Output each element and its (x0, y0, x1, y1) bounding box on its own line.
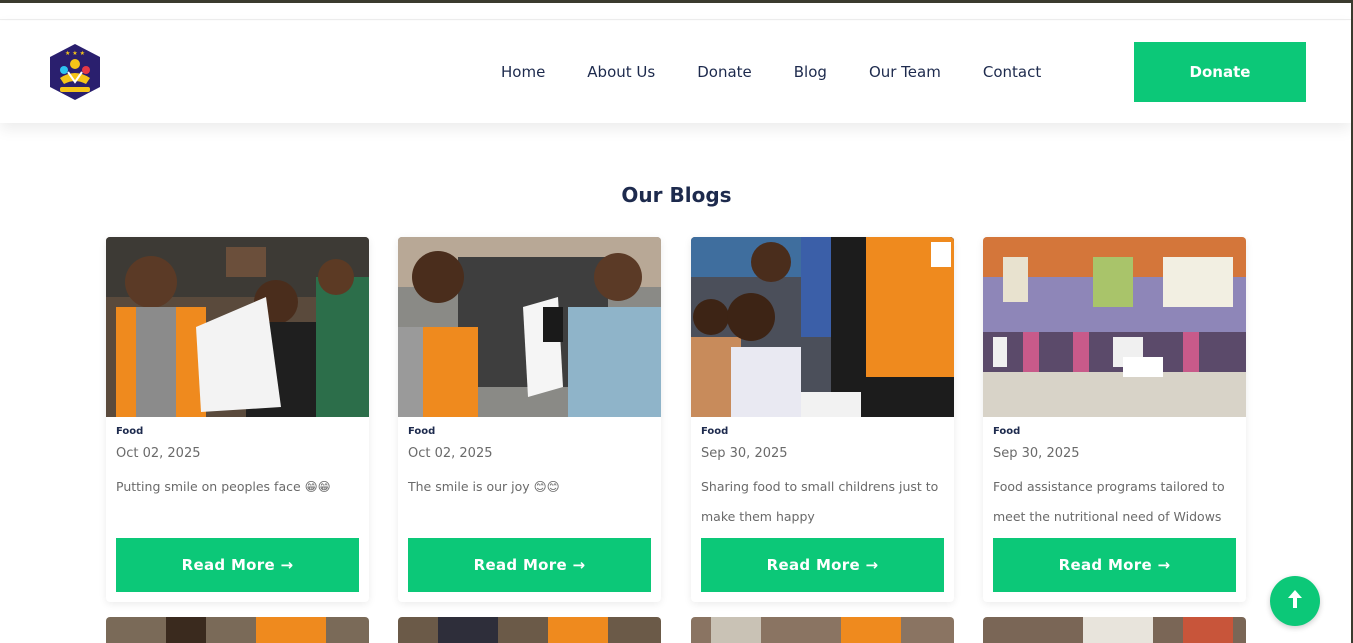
blog-card: Food Oct 02, 2025 Putting smile on peopl… (106, 237, 369, 602)
blog-card-image[interactable] (983, 237, 1246, 417)
read-more-button[interactable]: Read More → (116, 538, 359, 592)
blog-card-image[interactable] (106, 237, 369, 417)
blog-card-date: Oct 02, 2025 (116, 446, 201, 461)
blog-card: Food Sep 30, 2025 Sharing food to small … (691, 237, 954, 602)
blog-card-excerpt: Food assistance programs tailored to mee… (993, 479, 1225, 524)
blog-card-excerpt: The smile is our joy 😊😊 (408, 479, 560, 494)
blog-card-date: Sep 30, 2025 (701, 446, 788, 461)
main-nav: Home About Us Donate Blog Our Team Conta… (480, 21, 1062, 123)
blog-card-category: Food (993, 426, 1021, 437)
blog-card-image[interactable] (691, 617, 954, 643)
nav-home-link[interactable]: Home (501, 63, 545, 81)
donate-button[interactable]: Donate (1134, 42, 1306, 102)
blog-card-image[interactable] (398, 617, 661, 643)
blog-card-image[interactable] (983, 617, 1246, 643)
scroll-to-top-button[interactable] (1270, 576, 1320, 626)
arrow-up-icon (1286, 588, 1304, 614)
blog-card-date: Sep 30, 2025 (993, 446, 1080, 461)
blog-card-category: Food (116, 426, 144, 437)
blog-card-category: Food (701, 426, 729, 437)
blog-card: Food Oct 02, 2025 The smile is our joy 😊… (398, 237, 661, 602)
blog-card-image[interactable] (691, 237, 954, 417)
nav-blog-link[interactable]: Blog (794, 63, 827, 81)
nav-contact-link[interactable]: Contact (983, 63, 1041, 81)
blog-card-excerpt: Putting smile on peoples face 😁😁 (116, 479, 331, 494)
top-strip (0, 3, 1353, 20)
read-more-button[interactable]: Read More → (993, 538, 1236, 592)
blog-card-category: Food (408, 426, 436, 437)
svg-text:★ ★ ★: ★ ★ ★ (65, 50, 85, 57)
read-more-button[interactable]: Read More → (408, 538, 651, 592)
section-title: Our Blogs (621, 183, 732, 207)
blog-card-image[interactable] (106, 617, 369, 643)
blog-card: Food Sep 30, 2025 Food assistance progra… (983, 237, 1246, 602)
nav-about-link[interactable]: About Us (587, 63, 655, 81)
site-header: ★ ★ ★ Home About Us Donate Blog Our Team… (0, 21, 1351, 123)
blog-card-excerpt: Sharing food to small childrens just to … (701, 479, 939, 524)
blog-card-image[interactable] (398, 237, 661, 417)
blog-card-date: Oct 02, 2025 (408, 446, 493, 461)
nav-donate-link[interactable]: Donate (697, 63, 752, 81)
read-more-button[interactable]: Read More → (701, 538, 944, 592)
nav-team-link[interactable]: Our Team (869, 63, 941, 81)
organization-logo-icon[interactable]: ★ ★ ★ (46, 42, 104, 102)
